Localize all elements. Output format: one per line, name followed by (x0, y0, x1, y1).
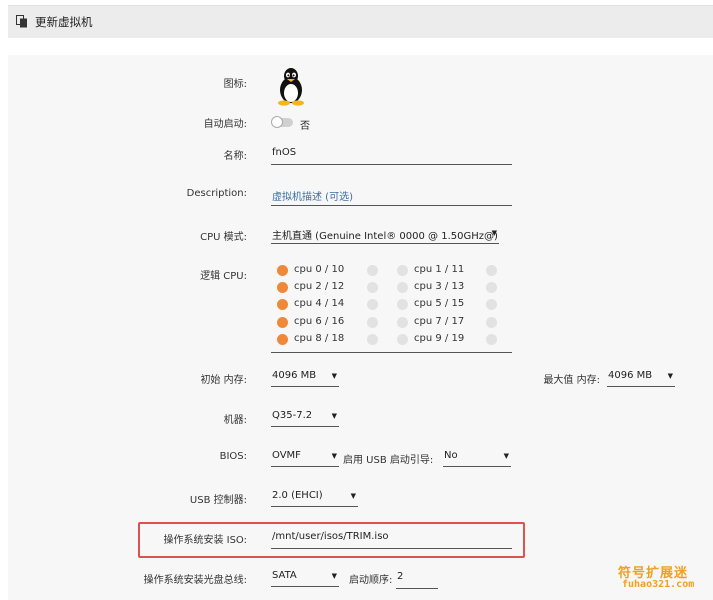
cpu-3-checkbox[interactable] (397, 282, 408, 293)
cpu-0-checkbox[interactable] (277, 265, 288, 276)
toggle-knob (271, 116, 283, 128)
logical-cpu-label: 逻辑 CPU: (200, 271, 247, 282)
chevron-down-icon: ▼ (331, 412, 337, 420)
cpu-underline (271, 352, 512, 353)
cpu-5-ht-checkbox[interactable] (486, 299, 497, 310)
cpu-4-label: cpu 4 / 14 (294, 298, 345, 309)
os-bus-label: 操作系统安装光盘总线: (143, 575, 247, 586)
chevron-down-icon: ▼ (503, 452, 509, 460)
os-iso-input[interactable]: /mnt/user/isos/TRIM.iso (272, 531, 389, 542)
page-title: 更新虚拟机 (35, 15, 93, 29)
chevron-down-icon: ▼ (331, 572, 337, 580)
usb-controller-label: USB 控制器: (189, 495, 247, 506)
max-memory-label: 最大值 内存: (543, 375, 600, 386)
cpu-9-label: cpu 9 / 19 (414, 333, 465, 344)
cpu-3-label: cpu 3 / 13 (414, 281, 465, 292)
usb-controller-select[interactable]: 2.0 (EHCI) ▼ (271, 490, 358, 507)
description-input[interactable]: 虚拟机描述 (可选) (272, 188, 353, 203)
cpu-2-checkbox[interactable] (277, 282, 288, 293)
cpu-mode-select[interactable]: 主机直通 (Genuine Intel® 0000 @ 1.50GHz@) ▼ (271, 227, 499, 244)
chevron-down-icon: ▼ (331, 452, 337, 460)
cpu-mode-label: CPU 模式: (200, 232, 247, 243)
cpu-1-checkbox[interactable] (397, 265, 408, 276)
os-iso-underline (271, 548, 512, 549)
autostart-label: 自动启动: (203, 119, 247, 130)
cpu-8-checkbox[interactable] (277, 334, 288, 345)
os-iso-label: 操作系统安装 ISO: (163, 535, 247, 546)
cpu-7-checkbox[interactable] (397, 317, 408, 328)
autostart-value: 否 (300, 121, 310, 132)
cpu-1-label: cpu 1 / 11 (414, 264, 465, 275)
machine-select[interactable]: Q35-7.2 ▼ (271, 410, 339, 427)
bios-value: OVMF (272, 450, 301, 461)
usb-boot-label: 启用 USB 启动引导: (343, 455, 434, 466)
cpu-7-label: cpu 7 / 17 (414, 316, 465, 327)
linux-tux-icon[interactable] (275, 66, 307, 109)
cpu-4-checkbox[interactable] (277, 299, 288, 310)
chevron-down-icon: ▼ (350, 492, 356, 500)
usb-boot-value: No (444, 450, 458, 461)
name-input[interactable]: fnOS (272, 147, 296, 158)
watermark-url: fuhao321.com (622, 579, 695, 590)
init-memory-select[interactable]: 4096 MB ▼ (271, 370, 339, 387)
cpu-7-ht-checkbox[interactable] (486, 317, 497, 328)
boot-order-label: 启动顺序: (349, 575, 393, 586)
init-memory-label: 初始 内存: (200, 375, 247, 386)
max-memory-value: 4096 MB (608, 370, 653, 381)
bios-select[interactable]: OVMF ▼ (271, 450, 339, 467)
cpu-5-label: cpu 5 / 15 (414, 298, 465, 309)
cpu-1-ht-checkbox[interactable] (486, 265, 497, 276)
bios-label: BIOS: (219, 451, 247, 462)
usb-boot-select[interactable]: No ▼ (443, 450, 511, 467)
machine-value: Q35-7.2 (272, 410, 313, 421)
cpu-5-checkbox[interactable] (397, 299, 408, 310)
name-underline (271, 164, 512, 165)
chevron-down-icon: ▼ (667, 372, 673, 380)
cpu-6-checkbox[interactable] (277, 317, 288, 328)
cpu-8-ht-checkbox[interactable] (367, 334, 378, 345)
chevron-down-icon: ▼ (491, 229, 497, 237)
description-underline (271, 205, 512, 206)
autostart-toggle[interactable] (271, 116, 293, 128)
copy-icon (16, 15, 28, 31)
description-label: Description: (186, 188, 247, 199)
cpu-2-label: cpu 2 / 12 (294, 281, 345, 292)
cpu-4-ht-checkbox[interactable] (367, 299, 378, 310)
machine-label: 机器: (223, 415, 247, 426)
cpu-0-label: cpu 0 / 10 (294, 264, 345, 275)
cpu-0-ht-checkbox[interactable] (367, 265, 378, 276)
usb-controller-value: 2.0 (EHCI) (272, 490, 323, 501)
cpu-2-ht-checkbox[interactable] (367, 282, 378, 293)
chevron-down-icon: ▼ (331, 372, 337, 380)
cpu-9-ht-checkbox[interactable] (486, 334, 497, 345)
icon-label: 图标: (223, 79, 247, 90)
cpu-9-checkbox[interactable] (397, 334, 408, 345)
form-panel (8, 55, 713, 600)
os-bus-select[interactable]: SATA ▼ (271, 570, 339, 587)
cpu-6-ht-checkbox[interactable] (367, 317, 378, 328)
cpu-8-label: cpu 8 / 18 (294, 333, 345, 344)
page-header: 更新虚拟机 (8, 5, 713, 38)
boot-order-underline (396, 588, 438, 589)
max-memory-select[interactable]: 4096 MB ▼ (607, 370, 675, 387)
cpu-mode-value: 主机直通 (Genuine Intel® 0000 @ 1.50GHz@) (272, 231, 498, 242)
boot-order-input[interactable]: 2 (397, 571, 403, 582)
cpu-3-ht-checkbox[interactable] (486, 282, 497, 293)
init-memory-value: 4096 MB (272, 370, 317, 381)
cpu-6-label: cpu 6 / 16 (294, 316, 345, 327)
os-bus-value: SATA (272, 570, 297, 581)
name-label: 名称: (223, 151, 247, 162)
